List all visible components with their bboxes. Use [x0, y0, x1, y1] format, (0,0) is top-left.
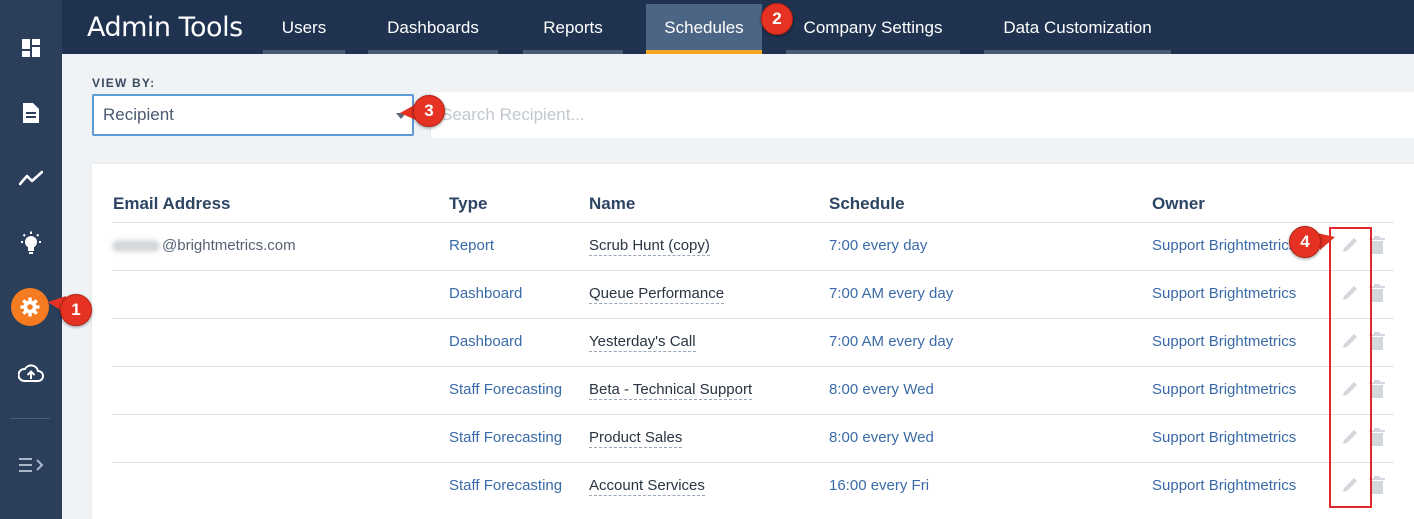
- owner-cell: Support Brightmetrics: [1152, 237, 1297, 254]
- lightbulb-icon: [21, 231, 41, 254]
- schedule-cell: 7:00 AM every day: [829, 285, 954, 302]
- table-row: Dashboard Yesterday's Call 7:00 AM every…: [112, 318, 1394, 366]
- sidebar-item-admin[interactable]: [11, 288, 49, 326]
- redacted-email-prefix: [112, 240, 160, 253]
- column-header-email[interactable]: Email Address: [113, 194, 230, 214]
- type-cell: Staff Forecasting: [449, 429, 563, 446]
- tab-schedules[interactable]: Schedules: [646, 4, 762, 54]
- sidebar-item-reports[interactable]: [0, 88, 62, 138]
- column-header-name[interactable]: Name: [589, 194, 635, 214]
- callout-badge-3: 3: [413, 95, 445, 127]
- schedules-table: Email Address Type Name Schedule Owner @…: [92, 164, 1414, 519]
- chevron-down-icon: [396, 113, 406, 119]
- sidebar: [0, 0, 62, 519]
- type-cell: Report: [449, 237, 495, 254]
- tab-company-settings[interactable]: Company Settings: [786, 4, 960, 54]
- sidebar-item-trends[interactable]: [0, 153, 62, 203]
- table-row: @brightmetrics.com Report Scrub Hunt (co…: [112, 222, 1394, 270]
- owner-cell: Support Brightmetrics: [1152, 285, 1297, 302]
- cloud-upload-icon: [18, 364, 44, 382]
- schedule-cell: 7:00 every day: [829, 237, 928, 254]
- owner-cell: Support Brightmetrics: [1152, 429, 1297, 446]
- table-row: Dashboard Queue Performance 7:00 AM ever…: [112, 270, 1394, 318]
- column-header-type[interactable]: Type: [449, 194, 487, 214]
- table-row: Staff Forecasting Account Services 16:00…: [112, 462, 1394, 510]
- name-link[interactable]: Account Services: [589, 477, 705, 496]
- sidebar-expand-button[interactable]: [0, 440, 62, 490]
- name-link[interactable]: Yesterday's Call: [589, 333, 696, 352]
- view-by-select[interactable]: Recipient: [92, 94, 414, 136]
- document-icon: [23, 103, 39, 123]
- callout-badge-4: 4: [1289, 226, 1321, 258]
- trend-line-icon: [19, 170, 43, 186]
- page-title: Admin Tools: [87, 12, 243, 43]
- sidebar-item-insights[interactable]: [0, 218, 62, 268]
- type-cell: Staff Forecasting: [449, 381, 563, 398]
- name-link[interactable]: Queue Performance: [589, 285, 725, 304]
- callout-badge-1: 1: [60, 294, 92, 326]
- sidebar-item-dashboards[interactable]: [0, 23, 62, 73]
- callout-badge-2: 2: [761, 3, 793, 35]
- gear-icon: [20, 297, 40, 317]
- dashboard-grid-icon: [22, 39, 40, 57]
- tab-users[interactable]: Users: [263, 4, 345, 54]
- type-cell: Dashboard: [449, 333, 523, 350]
- main-content: VIEW BY: Recipient Email Address Type Na…: [62, 54, 1414, 519]
- owner-cell: Support Brightmetrics: [1152, 477, 1297, 494]
- search-recipient-input[interactable]: [430, 92, 1414, 138]
- actions-highlight-box: [1329, 227, 1372, 508]
- tab-reports[interactable]: Reports: [523, 4, 623, 54]
- view-by-label: VIEW BY:: [92, 76, 156, 90]
- type-cell: Staff Forecasting: [449, 477, 563, 494]
- schedule-cell: 8:00 every Wed: [829, 429, 934, 446]
- view-by-selected-value: Recipient: [103, 105, 174, 124]
- column-header-owner[interactable]: Owner: [1152, 194, 1205, 214]
- schedule-cell: 16:00 every Fri: [829, 477, 930, 494]
- sidebar-item-upload[interactable]: [0, 348, 62, 398]
- top-nav-bar: Admin Tools Users Dashboards Reports Sch…: [62, 0, 1414, 54]
- tab-data-customization[interactable]: Data Customization: [984, 4, 1171, 54]
- email-domain: @brightmetrics.com: [162, 237, 296, 254]
- email-cell: @brightmetrics.com: [112, 237, 296, 254]
- sidebar-divider: [10, 418, 50, 419]
- table-row: Staff Forecasting Product Sales 8:00 eve…: [112, 414, 1394, 462]
- tab-dashboards[interactable]: Dashboards: [368, 4, 498, 54]
- schedule-cell: 8:00 every Wed: [829, 381, 934, 398]
- schedule-cell: 7:00 AM every day: [829, 333, 954, 350]
- name-link[interactable]: Beta - Technical Support: [589, 381, 753, 400]
- name-link[interactable]: Product Sales: [589, 429, 683, 448]
- expand-menu-icon: [19, 458, 44, 472]
- column-header-schedule[interactable]: Schedule: [829, 194, 905, 214]
- type-cell: Dashboard: [449, 285, 523, 302]
- table-row: Staff Forecasting Beta - Technical Suppo…: [112, 366, 1394, 414]
- owner-cell: Support Brightmetrics: [1152, 333, 1297, 350]
- name-link[interactable]: Scrub Hunt (copy): [589, 237, 710, 256]
- owner-cell: Support Brightmetrics: [1152, 381, 1297, 398]
